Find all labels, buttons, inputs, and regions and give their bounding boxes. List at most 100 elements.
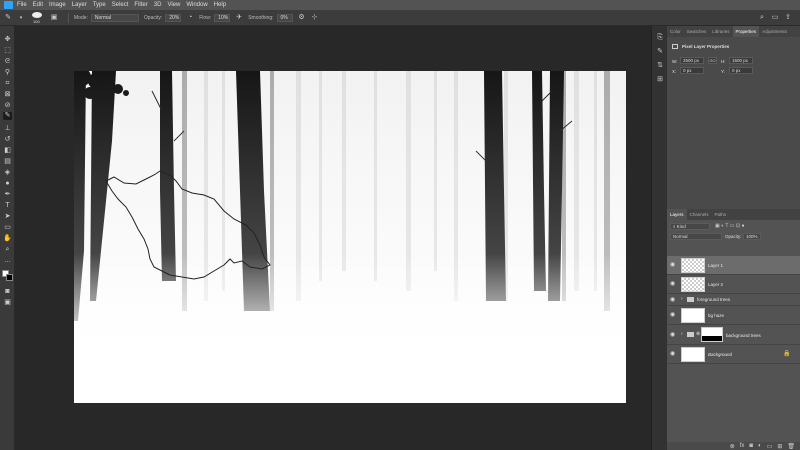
adjustment-layer-icon[interactable]: ◐	[758, 443, 762, 449]
mode-dropdown[interactable]: Normal	[90, 13, 139, 22]
layer-opacity-field[interactable]: 100%	[743, 233, 761, 240]
layer-filter-dropdown[interactable]: ⌕ Kind	[670, 223, 710, 230]
menu-edit[interactable]: Edit	[33, 0, 43, 10]
layer-thumbnail	[681, 347, 705, 362]
history-panel-icon[interactable]: ⎘	[656, 34, 664, 42]
layer-name: Layer 2	[708, 282, 724, 287]
mode-label: Mode:	[74, 14, 88, 21]
brush-panel-icon[interactable]: ✎	[656, 48, 664, 56]
clone-stamp-tool-icon[interactable]: ⊥	[3, 125, 12, 133]
crop-tool-icon[interactable]: ⌗	[3, 80, 12, 88]
eraser-tool-icon[interactable]: ◧	[3, 147, 12, 155]
more-tools-icon[interactable]: …	[3, 257, 12, 265]
clone-source-icon[interactable]: ⊞	[656, 76, 664, 84]
tab-properties[interactable]: Properties	[732, 26, 760, 37]
tab-layers[interactable]: Layers	[667, 209, 687, 220]
menu-window[interactable]: Window	[186, 0, 207, 10]
height-field[interactable]: 1500 px	[729, 57, 753, 64]
tab-swatches[interactable]: Swatches	[684, 26, 710, 37]
document-canvas[interactable]	[74, 71, 626, 403]
tab-paths[interactable]: Paths	[712, 209, 730, 220]
layer-row-layer-1[interactable]: ◉ Layer 1	[667, 256, 800, 275]
search-icon[interactable]: ⌕	[758, 14, 766, 22]
dodge-tool-icon[interactable]: ●	[3, 180, 12, 188]
screen-mode-icon[interactable]: ▣	[3, 299, 12, 307]
tab-channels[interactable]: Channels	[687, 209, 712, 220]
link-layers-icon[interactable]: ⊗	[730, 443, 735, 450]
layer-name: Layer 1	[708, 263, 724, 268]
move-tool-icon[interactable]: ✥	[3, 36, 12, 44]
eye-icon[interactable]: ◉	[670, 297, 676, 303]
menu-select[interactable]: Select	[112, 0, 129, 10]
lasso-tool-icon[interactable]: ᘓ	[3, 58, 12, 66]
layer-row-foreground-trees[interactable]: ◉ › foreground trees	[667, 294, 800, 306]
layer-row-layer-2[interactable]: ◉ Layer 2	[667, 275, 800, 294]
fx-icon[interactable]: fx	[740, 443, 745, 449]
quick-select-tool-icon[interactable]: ⚲	[3, 69, 12, 77]
frame-tool-icon[interactable]: ⊠	[3, 91, 12, 99]
brush-settings-icon[interactable]: ▣	[50, 14, 58, 22]
layer-row-background-trees[interactable]: ◉ › ⊗ background trees	[667, 325, 800, 345]
pressure-opacity-icon[interactable]: ◔	[186, 14, 194, 22]
menu-view[interactable]: View	[167, 0, 180, 10]
blur-tool-icon[interactable]: ◈	[3, 169, 12, 177]
type-tool-icon[interactable]: T	[3, 202, 12, 210]
smoothing-field[interactable]: 0%	[276, 13, 293, 22]
layer-row-background[interactable]: ◉ Background 🔒	[667, 345, 800, 364]
eye-icon[interactable]: ◉	[670, 281, 676, 287]
menu-filter[interactable]: Filter	[134, 0, 147, 10]
rectangle-tool-icon[interactable]: ▭	[3, 224, 12, 232]
adjust-panel-icon[interactable]: ⇅	[656, 62, 664, 70]
marquee-tool-icon[interactable]: ⬚	[3, 47, 12, 55]
menu-help[interactable]: Help	[214, 0, 226, 10]
workspace-icon[interactable]: ▭	[771, 14, 779, 22]
lock-icon: 🔒	[783, 351, 791, 357]
eye-icon[interactable]: ◉	[670, 351, 676, 357]
brush-tool-icon[interactable]: ✎	[3, 112, 12, 120]
brush-tool-icon[interactable]: ✎	[4, 14, 12, 22]
tab-adjustments[interactable]: Adjustments	[759, 26, 790, 37]
menu-image[interactable]: Image	[49, 0, 66, 10]
tab-libraries[interactable]: Libraries	[709, 26, 732, 37]
chevron-right-icon[interactable]: ›	[681, 331, 683, 337]
add-mask-icon[interactable]: ◙	[749, 443, 753, 449]
new-layer-icon[interactable]: ⊞	[777, 443, 782, 450]
x-field[interactable]: 0 px	[680, 67, 704, 74]
trash-icon[interactable]: 🗑	[787, 443, 795, 450]
eye-icon[interactable]: ◉	[670, 332, 676, 338]
quick-mask-icon[interactable]: ◙	[3, 288, 12, 296]
pen-tool-icon[interactable]: ✒	[3, 191, 12, 199]
share-icon[interactable]: ⇪	[784, 14, 792, 22]
opacity-field[interactable]: 20%	[165, 13, 182, 22]
y-field[interactable]: 0 px	[729, 67, 753, 74]
path-select-tool-icon[interactable]: ➤	[3, 213, 12, 221]
chevron-right-icon[interactable]: ›	[681, 296, 683, 302]
tab-color[interactable]: Color	[667, 26, 684, 37]
menu-type[interactable]: Type	[93, 0, 106, 10]
background-color-swatch[interactable]	[6, 274, 13, 281]
eye-icon[interactable]: ◉	[670, 262, 676, 268]
symmetry-icon[interactable]: ⊹	[311, 14, 319, 22]
gradient-tool-icon[interactable]: ▤	[3, 158, 12, 166]
history-brush-tool-icon[interactable]: ↺	[3, 136, 12, 144]
brush-preset-picker[interactable]: 100	[30, 11, 44, 25]
hand-tool-icon[interactable]: ✋	[3, 235, 12, 243]
link-dimensions-icon[interactable]: GO	[708, 57, 717, 64]
menu-file[interactable]: File	[17, 0, 27, 10]
eye-icon[interactable]: ◉	[670, 312, 676, 318]
gear-icon[interactable]: ⚙	[298, 14, 306, 22]
menu-layer[interactable]: Layer	[72, 0, 87, 10]
chevron-down-icon[interactable]: ▾	[17, 14, 25, 22]
filter-icons[interactable]: ▣ ◐ T ▭ ⊡ ●	[715, 223, 745, 229]
layer-row-bg-haze[interactable]: ◉ bg haze	[667, 306, 800, 325]
flow-field[interactable]: 10%	[214, 13, 231, 22]
blend-mode-dropdown[interactable]: Normal	[670, 233, 722, 240]
new-group-icon[interactable]: ▭	[767, 443, 773, 450]
width-field[interactable]: 2500 px	[680, 57, 704, 64]
menu-3d[interactable]: 3D	[154, 0, 162, 10]
airbrush-icon[interactable]: ✈	[235, 14, 243, 22]
eyedropper-tool-icon[interactable]: ⊘	[3, 102, 12, 110]
brush-size-value: 100	[33, 18, 40, 24]
layer-thumbnail	[681, 277, 705, 292]
zoom-tool-icon[interactable]: ⌕	[3, 246, 12, 254]
